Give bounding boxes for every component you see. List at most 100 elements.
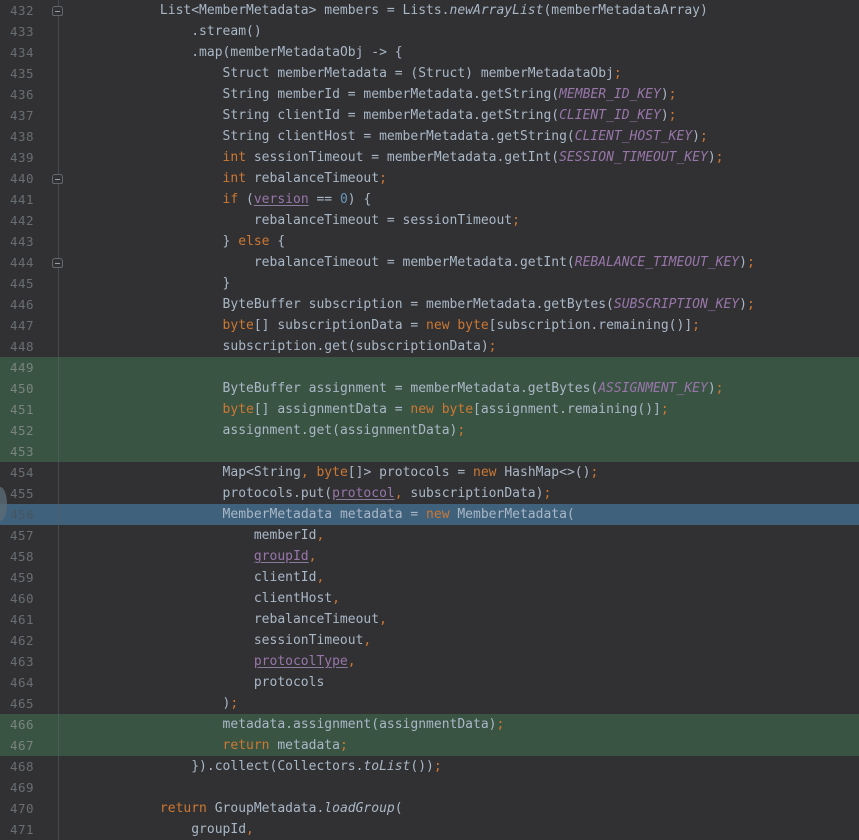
gutter-line-452[interactable]: 452 bbox=[0, 420, 58, 441]
gutter-line-457[interactable]: 457 bbox=[0, 525, 58, 546]
gutter-line-462[interactable]: 462 bbox=[0, 630, 58, 651]
gutter-line-434[interactable]: 434 bbox=[0, 42, 58, 63]
gutter-line-465[interactable]: 465 bbox=[0, 693, 58, 714]
code-line-436[interactable]: 436 String memberId = memberMetadata.get… bbox=[0, 84, 859, 105]
fold-collapse-icon[interactable] bbox=[52, 174, 63, 184]
line-number: 465 bbox=[0, 693, 34, 714]
gutter-line-445[interactable]: 445 bbox=[0, 273, 58, 294]
code-line-465[interactable]: 465 ); bbox=[0, 693, 859, 714]
gutter-line-458[interactable]: 458 bbox=[0, 546, 58, 567]
gutter-line-438[interactable]: 438 bbox=[0, 126, 58, 147]
gutter-line-471[interactable]: 471 bbox=[0, 819, 58, 840]
code-line-466[interactable]: 466 metadata.assignment(assignmentData); bbox=[0, 714, 859, 735]
code-text: metadata.assignment(assignmentData); bbox=[58, 714, 504, 735]
gutter-line-446[interactable]: 446 bbox=[0, 294, 58, 315]
line-number: 457 bbox=[0, 525, 34, 546]
code-line-443[interactable]: 443 } else { bbox=[0, 231, 859, 252]
code-line-433[interactable]: 433 .stream() bbox=[0, 21, 859, 42]
code-line-450[interactable]: 450 ByteBuffer assignment = memberMetada… bbox=[0, 378, 859, 399]
code-line-448[interactable]: 448 subscription.get(subscriptionData); bbox=[0, 336, 859, 357]
gutter-line-447[interactable]: 447 bbox=[0, 315, 58, 336]
code-line-432[interactable]: 432 List<MemberMetadata> members = Lists… bbox=[0, 0, 859, 21]
code-line-451[interactable]: 451 byte[] assignmentData = new byte[ass… bbox=[0, 399, 859, 420]
code-line-468[interactable]: 468 }).collect(Collectors.toList()); bbox=[0, 756, 859, 777]
code-line-470[interactable]: 470 return GroupMetadata.loadGroup( bbox=[0, 798, 859, 819]
code-line-459[interactable]: 459 clientId, bbox=[0, 567, 859, 588]
code-line-467[interactable]: 467 return metadata; bbox=[0, 735, 859, 756]
code-line-456[interactable]: 456 MemberMetadata metadata = new Member… bbox=[0, 504, 859, 525]
gutter-line-459[interactable]: 459 bbox=[0, 567, 58, 588]
gutter-line-453[interactable]: 453 bbox=[0, 441, 58, 462]
code-line-445[interactable]: 445 } bbox=[0, 273, 859, 294]
code-line-457[interactable]: 457 memberId, bbox=[0, 525, 859, 546]
gutter-line-464[interactable]: 464 bbox=[0, 672, 58, 693]
fold-collapse-icon[interactable] bbox=[52, 258, 63, 268]
gutter-line-442[interactable]: 442 bbox=[0, 210, 58, 231]
code-line-446[interactable]: 446 ByteBuffer subscription = memberMeta… bbox=[0, 294, 859, 315]
gutter-line-456[interactable]: 456 bbox=[0, 504, 58, 525]
code-line-453[interactable]: 453 bbox=[0, 441, 859, 462]
line-number: 443 bbox=[0, 231, 34, 252]
gutter-line-436[interactable]: 436 bbox=[0, 84, 58, 105]
code-line-471[interactable]: 471 groupId, bbox=[0, 819, 859, 840]
gutter-line-460[interactable]: 460 bbox=[0, 588, 58, 609]
code-line-464[interactable]: 464 protocols bbox=[0, 672, 859, 693]
code-line-441[interactable]: 441 if (version == 0) { bbox=[0, 189, 859, 210]
code-line-439[interactable]: 439 int sessionTimeout = memberMetadata.… bbox=[0, 147, 859, 168]
gutter-line-449[interactable]: 449 bbox=[0, 357, 58, 378]
code-line-452[interactable]: 452 assignment.get(assignmentData); bbox=[0, 420, 859, 441]
code-line-454[interactable]: 454 Map<String, byte[]> protocols = new … bbox=[0, 462, 859, 483]
code-line-447[interactable]: 447 byte[] subscriptionData = new byte[s… bbox=[0, 315, 859, 336]
gutter-line-450[interactable]: 450 bbox=[0, 378, 58, 399]
gutter-line-439[interactable]: 439 bbox=[0, 147, 58, 168]
code-line-460[interactable]: 460 clientHost, bbox=[0, 588, 859, 609]
gutter-line-455[interactable]: 455 bbox=[0, 483, 58, 504]
code-text: int rebalanceTimeout; bbox=[58, 168, 387, 189]
gutter-line-467[interactable]: 467 bbox=[0, 735, 58, 756]
code-text: groupId, bbox=[58, 819, 254, 840]
gutter-line-468[interactable]: 468 bbox=[0, 756, 58, 777]
gutter-line-466[interactable]: 466 bbox=[0, 714, 58, 735]
gutter-line-437[interactable]: 437 bbox=[0, 105, 58, 126]
gutter-line-443[interactable]: 443 bbox=[0, 231, 58, 252]
code-line-461[interactable]: 461 rebalanceTimeout, bbox=[0, 609, 859, 630]
code-line-438[interactable]: 438 String clientHost = memberMetadata.g… bbox=[0, 126, 859, 147]
code-text: }).collect(Collectors.toList()); bbox=[58, 756, 442, 777]
gutter-line-451[interactable]: 451 bbox=[0, 399, 58, 420]
code-line-449[interactable]: 449 bbox=[0, 357, 859, 378]
gutter-line-432[interactable]: 432 bbox=[0, 0, 58, 21]
code-text: subscription.get(subscriptionData); bbox=[58, 336, 496, 357]
code-line-455[interactable]: 455 protocols.put(protocol, subscription… bbox=[0, 483, 859, 504]
gutter-line-469[interactable]: 469 bbox=[0, 777, 58, 798]
code-line-435[interactable]: 435 Struct memberMetadata = (Struct) mem… bbox=[0, 63, 859, 84]
code-line-463[interactable]: 463 protocolType, bbox=[0, 651, 859, 672]
fold-collapse-icon[interactable] bbox=[52, 6, 63, 16]
gutter-line-440[interactable]: 440 bbox=[0, 168, 58, 189]
code-line-462[interactable]: 462 sessionTimeout, bbox=[0, 630, 859, 651]
code-line-437[interactable]: 437 String clientId = memberMetadata.get… bbox=[0, 105, 859, 126]
code-text: clientId, bbox=[58, 567, 324, 588]
gutter-line-470[interactable]: 470 bbox=[0, 798, 58, 819]
line-number: 434 bbox=[0, 42, 34, 63]
line-number: 448 bbox=[0, 336, 34, 357]
line-number: 447 bbox=[0, 315, 34, 336]
code-line-458[interactable]: 458 groupId, bbox=[0, 546, 859, 567]
gutter-line-463[interactable]: 463 bbox=[0, 651, 58, 672]
code-line-444[interactable]: 444 rebalanceTimeout = memberMetadata.ge… bbox=[0, 252, 859, 273]
gutter-line-461[interactable]: 461 bbox=[0, 609, 58, 630]
code-text: return GroupMetadata.loadGroup( bbox=[58, 798, 403, 819]
gutter-line-444[interactable]: 444 bbox=[0, 252, 58, 273]
gutter-line-441[interactable]: 441 bbox=[0, 189, 58, 210]
gutter-line-435[interactable]: 435 bbox=[0, 63, 58, 84]
gutter-line-454[interactable]: 454 bbox=[0, 462, 58, 483]
gutter-line-433[interactable]: 433 bbox=[0, 21, 58, 42]
code-line-469[interactable]: 469 bbox=[0, 777, 859, 798]
code-text: int sessionTimeout = memberMetadata.getI… bbox=[58, 147, 723, 168]
code-text: rebalanceTimeout, bbox=[58, 609, 387, 630]
code-line-440[interactable]: 440 int rebalanceTimeout; bbox=[0, 168, 859, 189]
code-line-434[interactable]: 434 .map(memberMetadataObj -> { bbox=[0, 42, 859, 63]
code-line-442[interactable]: 442 rebalanceTimeout = sessionTimeout; bbox=[0, 210, 859, 231]
line-number: 469 bbox=[0, 777, 34, 798]
gutter-line-448[interactable]: 448 bbox=[0, 336, 58, 357]
code-text: protocolType, bbox=[58, 651, 356, 672]
